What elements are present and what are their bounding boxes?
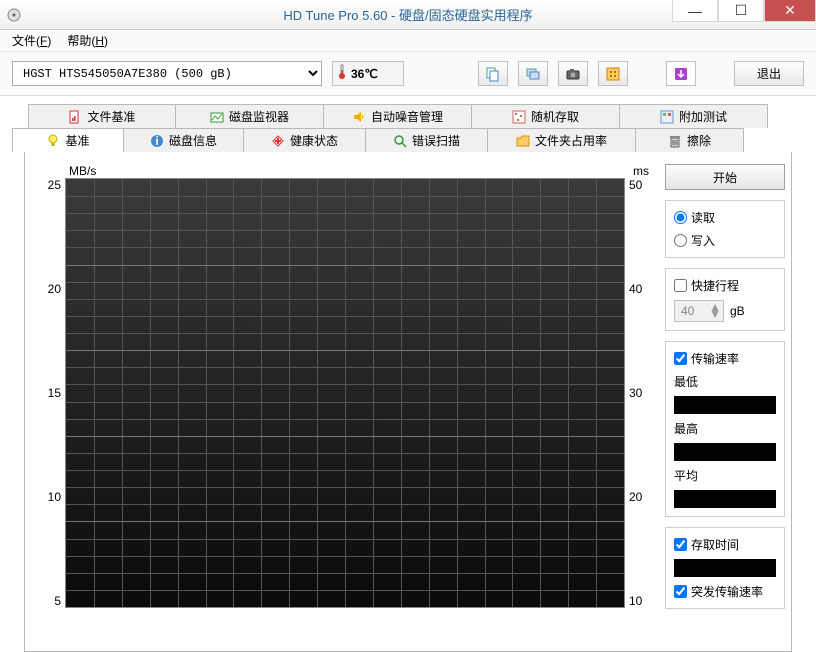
radio-write[interactable]: 写入 xyxy=(674,232,776,249)
mode-group: 读取 写入 xyxy=(665,200,785,258)
tab-file-benchmark[interactable]: 文件基准 xyxy=(28,104,176,128)
temperature-display: 36℃ xyxy=(332,61,404,86)
screenshot-button[interactable] xyxy=(558,61,588,86)
minimize-button[interactable]: — xyxy=(672,0,718,22)
random-access-icon xyxy=(512,110,526,124)
titlebar: HD Tune Pro 5.60 - 硬盘/固态硬盘实用程序 — ☐ ✕ xyxy=(0,0,816,30)
folder-icon xyxy=(516,134,530,148)
health-icon xyxy=(271,134,285,148)
temperature-value: 36℃ xyxy=(351,67,378,81)
trash-icon xyxy=(668,134,682,148)
window-title: HD Tune Pro 5.60 - 硬盘/固态硬盘实用程序 xyxy=(283,5,532,24)
menu-file[interactable]: 文件(F) xyxy=(8,30,55,51)
toolbar: HGST HTS545050A7E380 (500 gB) 36℃ 退出 xyxy=(0,52,816,96)
maximize-button[interactable]: ☐ xyxy=(718,0,764,22)
tab-benchmark[interactable]: 基准 xyxy=(12,128,124,152)
label-max: 最高 xyxy=(674,420,776,437)
tab-health[interactable]: 健康状态 xyxy=(244,128,366,152)
chart-left-unit: MB/s xyxy=(69,164,109,178)
magnifier-icon xyxy=(393,134,407,148)
benchmark-chart xyxy=(65,178,625,608)
exit-button[interactable]: 退出 xyxy=(734,61,804,86)
extra-tests-icon xyxy=(660,110,674,124)
close-button[interactable]: ✕ xyxy=(764,0,816,22)
copy-info-button[interactable] xyxy=(478,61,508,86)
speaker-icon xyxy=(352,110,366,124)
chart-y-left-labels: 25 20 15 10 5 xyxy=(37,178,65,608)
svg-text:i: i xyxy=(155,134,158,148)
tab-random-access[interactable]: 随机存取 xyxy=(472,104,620,128)
checkbox-shortstroke[interactable]: 快捷行程 xyxy=(674,277,776,294)
radio-read[interactable]: 读取 xyxy=(674,209,776,226)
drive-select[interactable]: HGST HTS545050A7E380 (500 gB) xyxy=(12,61,322,86)
tab-extra-tests[interactable]: 附加测试 xyxy=(620,104,768,128)
shortstroke-spinner[interactable]: 40 ▲▼ xyxy=(674,300,724,322)
copy-screenshot-button[interactable] xyxy=(518,61,548,86)
value-max xyxy=(674,443,776,461)
chart-y-right-labels: 50 40 30 20 10 xyxy=(625,178,653,608)
tab-row-upper: 文件基准 磁盘监视器 自动噪音管理 随机存取 附加测试 xyxy=(28,104,804,128)
value-access-time xyxy=(674,559,776,577)
shortstroke-group: 快捷行程 40 ▲▼ gB xyxy=(665,268,785,331)
disk-monitor-icon xyxy=(210,110,224,124)
checkbox-burst-rate[interactable]: 突发传输速率 xyxy=(674,583,776,600)
tab-aam[interactable]: 自动噪音管理 xyxy=(324,104,472,128)
tab-error-scan[interactable]: 错误扫描 xyxy=(366,128,488,152)
info-icon: i xyxy=(150,134,164,148)
options-button[interactable] xyxy=(598,61,628,86)
tab-info[interactable]: i磁盘信息 xyxy=(124,128,244,152)
checkbox-transfer-rate[interactable]: 传输速率 xyxy=(674,350,776,367)
shortstroke-unit: gB xyxy=(730,304,745,318)
side-controls: 开始 读取 写入 快捷行程 40 ▲▼ gB 传输速率 最低 xyxy=(665,164,785,639)
label-avg: 平均 xyxy=(674,467,776,484)
tab-folder-usage[interactable]: 文件夹占用率 xyxy=(488,128,636,152)
save-button[interactable] xyxy=(666,61,696,86)
tab-row-lower: 基准 i磁盘信息 健康状态 错误扫描 文件夹占用率 擦除 xyxy=(12,128,804,152)
chart-right-unit: ms xyxy=(109,164,653,178)
menubar: 文件(F) 帮助(H) xyxy=(0,30,816,52)
app-icon xyxy=(6,7,22,23)
thermometer-icon xyxy=(337,64,347,83)
benchmark-panel: MB/s ms 25 20 15 10 5 50 40 30 20 10 xyxy=(24,152,792,652)
value-avg xyxy=(674,490,776,508)
lightbulb-icon xyxy=(46,134,60,148)
start-button[interactable]: 开始 xyxy=(665,164,785,190)
file-benchmark-icon xyxy=(68,110,82,124)
label-min: 最低 xyxy=(674,373,776,390)
tab-erase[interactable]: 擦除 xyxy=(636,128,744,152)
transfer-rate-group: 传输速率 最低 最高 平均 xyxy=(665,341,785,517)
value-min xyxy=(674,396,776,414)
access-time-group: 存取时间 突发传输速率 xyxy=(665,527,785,609)
menu-help[interactable]: 帮助(H) xyxy=(63,30,112,51)
tab-disk-monitor[interactable]: 磁盘监视器 xyxy=(176,104,324,128)
checkbox-access-time[interactable]: 存取时间 xyxy=(674,536,776,553)
